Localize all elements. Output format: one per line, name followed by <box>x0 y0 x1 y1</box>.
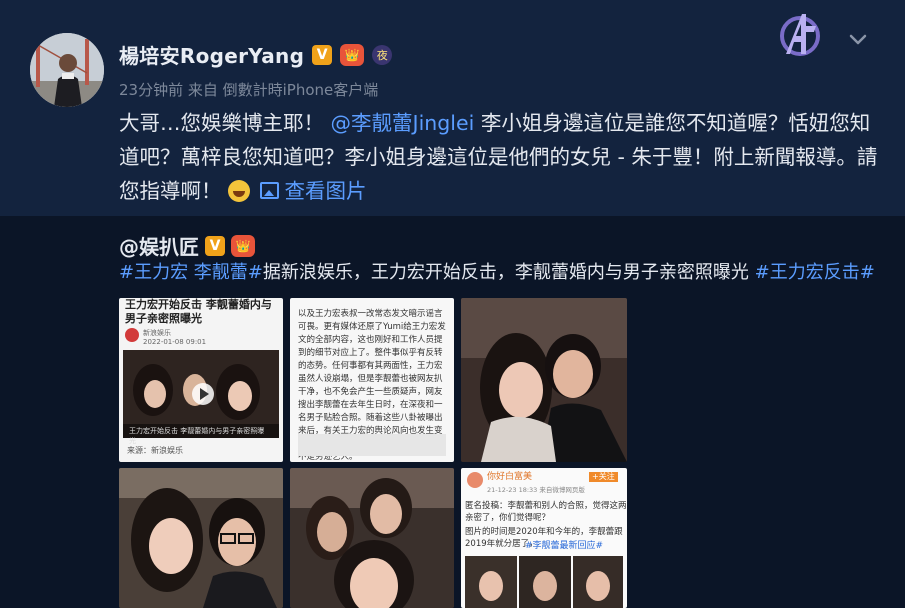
view-images-label: 查看图片 <box>284 179 367 203</box>
repost-author-row: @娱扒匠 V 👑 <box>119 231 255 260</box>
thumbnail-4[interactable] <box>119 468 283 608</box>
thumbnail-3[interactable] <box>461 298 627 462</box>
vip-crown-badge-icon: 👑 <box>231 234 255 257</box>
view-images-link[interactable]: 查看图片 <box>259 179 367 203</box>
thumbnail-6[interactable]: 你好白富美 +关注 21-12-23 18:33 来自微博网页版 匿名投稿：李靓… <box>461 468 627 608</box>
author-avatar[interactable] <box>30 33 104 107</box>
selfie-photo-icon <box>461 298 627 462</box>
thumb6-follow: +关注 <box>589 472 618 482</box>
verified-badge-icon: V <box>312 44 333 65</box>
thumb1-caption: 王力宏开始反击 李靓蕾婚内与男子亲密照曝光 <box>129 427 265 445</box>
author-name[interactable]: 楊培安RogerYang <box>119 40 304 69</box>
news-photo-icon <box>123 350 279 438</box>
post-text: 大哥…您娛樂博主耶！ @李靓蕾Jinglei 李小姐身邊這位是誰您不知道喔？恬妞… <box>119 106 879 208</box>
two-person-photo-icon <box>119 468 283 608</box>
topic-tag-wang-li[interactable]: #王力宏 李靓蕾# <box>119 262 263 283</box>
group-photo-icon <box>290 468 454 608</box>
night-badge-icon: 夜 <box>372 44 393 65</box>
repost-text: #王力宏 李靓蕾#据新浪娱乐，王力宏开始反击，李靓蕾婚内与男子亲密照曝光 #王力… <box>119 258 899 288</box>
avengers-logo-icon <box>780 14 820 56</box>
thumb6-photos-icon <box>465 556 623 608</box>
image-icon <box>259 182 279 199</box>
thumb1-headline: 王力宏开始反击 李靓蕾婚内与男子亲密照曝光 <box>125 298 272 325</box>
repost-author-name[interactable]: @娱扒匠 <box>119 231 199 260</box>
thumb6-line1: 匿名投稿：李靓蕾和别人的合照，觉得这两 <box>465 501 627 511</box>
post-text-intro: 大哥…您娛樂博主耶！ <box>119 111 324 135</box>
post-card: 楊培安RogerYang V 👑 夜 23分钟前 来自 倒數計時iPhone客户… <box>0 0 905 216</box>
thumb6-line2: 亲密了，你们觉得呢？ <box>465 513 551 523</box>
thumb6-line3: 图片的时间是2020年和今年的，李靓蕾跟 <box>465 527 623 537</box>
user-avatar-icon <box>467 472 483 488</box>
weibo-post: 楊培安RogerYang V 👑 夜 23分钟前 来自 倒數計時iPhone客户… <box>0 0 905 608</box>
source-avatar-icon <box>125 328 139 342</box>
avatar-photo-icon <box>30 33 104 107</box>
thumbnail-1[interactable]: 王力宏开始反击 李靓蕾婚内与男子亲密照曝光 新浪娱乐 2022-01-08 09… <box>119 298 283 462</box>
thumbnail-5[interactable] <box>290 468 454 608</box>
thumb1-footer: 来源：新浪娱乐 <box>127 446 183 455</box>
thumb6-user: 你好白富美 <box>487 472 533 482</box>
author-row: 楊培安RogerYang V 👑 夜 <box>119 40 393 69</box>
thumb1-date: 2022-01-08 09:01 <box>143 338 207 346</box>
post-meta: 23分钟前 来自 倒數計時iPhone客户端 <box>119 81 379 99</box>
thumb6-date: 21-12-23 18:33 来自微博网页版 <box>487 486 585 494</box>
repost-body: 据新浪娱乐，王力宏开始反击，李靓蕾婚内与男子亲密照曝光 <box>262 262 755 283</box>
topic-tag-fanji[interactable]: #王力宏反击# <box>755 262 875 283</box>
thumb2-blurred-area <box>298 434 446 456</box>
mention-link[interactable]: @李靓蕾Jinglei <box>331 111 475 135</box>
grin-emoji-icon <box>227 180 250 202</box>
vip-crown-badge-icon: 👑 <box>340 43 365 66</box>
thumbnail-2[interactable]: 以及王力宏表叔一改常态发文暗示谣言可畏。更有媒体还原了Yumi给王力宏发文的全部… <box>290 298 454 462</box>
thumb6-tag: #李靓蕾最新回应# <box>525 541 604 551</box>
chevron-down-icon[interactable] <box>848 32 868 48</box>
verified-badge-icon: V <box>205 235 225 256</box>
